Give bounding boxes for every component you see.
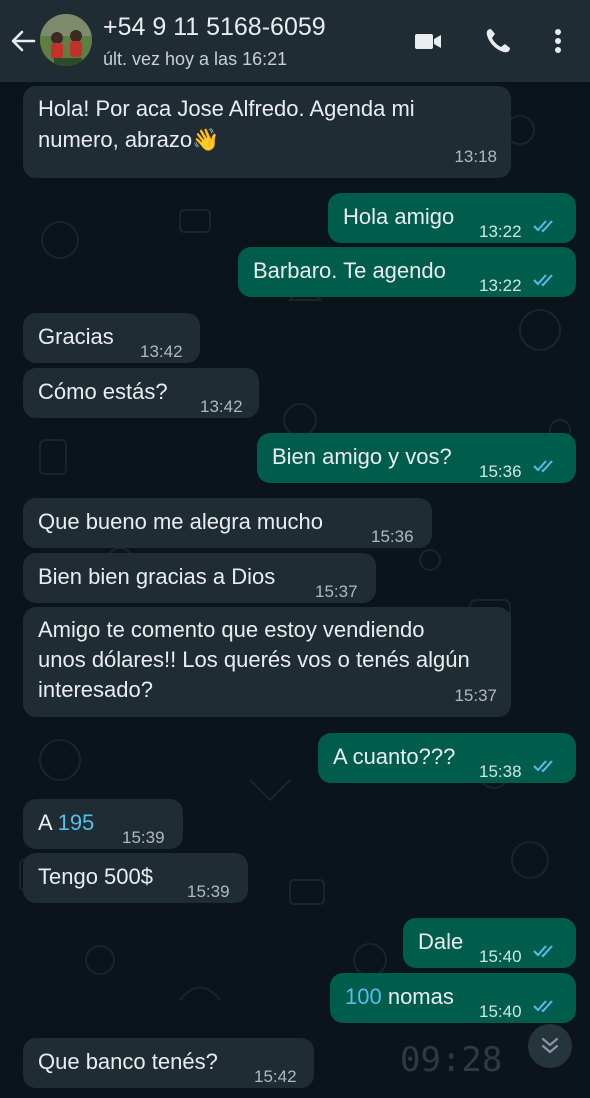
message-text: Hola amigo bbox=[343, 204, 455, 229]
read-ticks-icon bbox=[533, 460, 553, 473]
back-arrow-icon[interactable] bbox=[8, 26, 38, 56]
message-text: Que banco tenés? bbox=[38, 1049, 218, 1074]
wallpaper-clock-doodle: 09:28 bbox=[400, 1040, 503, 1080]
read-ticks-icon bbox=[533, 220, 553, 233]
message-text: Amigo te comento que estoy vendiendo uno… bbox=[38, 617, 470, 702]
message-time: 15:40 bbox=[479, 1002, 522, 1021]
chevrons-down-icon bbox=[541, 1037, 559, 1054]
video-call-icon[interactable] bbox=[413, 26, 443, 56]
message-time: 15:39 bbox=[122, 828, 165, 847]
read-ticks-icon bbox=[533, 274, 553, 287]
message-time: 15:37 bbox=[454, 686, 497, 705]
read-ticks-icon bbox=[533, 945, 553, 958]
message-incoming[interactable]: Que banco tenés? 15:42 bbox=[23, 1038, 314, 1088]
chat-header: +54 9 11 5168-6059 últ. vez hoy a las 16… bbox=[0, 0, 590, 82]
message-incoming[interactable]: Cómo estás? 13:42 bbox=[23, 368, 259, 418]
message-outgoing[interactable]: Bien amigo y vos? 15:36 bbox=[257, 433, 576, 483]
message-text: Gracias bbox=[38, 324, 114, 349]
avatar-image bbox=[40, 14, 92, 66]
message-time: 13:22 bbox=[479, 276, 522, 295]
message-time: 15:42 bbox=[254, 1067, 297, 1086]
last-seen-status: últ. vez hoy a las 16:21 bbox=[103, 49, 288, 69]
message-text: Bien amigo y vos? bbox=[272, 444, 452, 469]
contact-name[interactable]: +54 9 11 5168-6059 bbox=[103, 13, 326, 42]
message-time: 15:37 bbox=[315, 582, 358, 601]
message-text: Hola! Por aca Jose Alfredo. Agenda mi nu… bbox=[38, 96, 415, 152]
message-text: 100 nomas bbox=[345, 981, 454, 1012]
message-outgoing[interactable]: Dale 15:40 bbox=[403, 918, 576, 968]
message-incoming[interactable]: Bien bien gracias a Dios 15:37 bbox=[23, 553, 376, 603]
message-text: Dale bbox=[418, 929, 464, 954]
message-time: 13:22 bbox=[479, 222, 522, 241]
message-text-prefix: A bbox=[38, 810, 58, 835]
phone-icon[interactable] bbox=[483, 26, 513, 56]
message-time: 15:39 bbox=[187, 882, 230, 901]
read-ticks-icon bbox=[533, 1000, 553, 1013]
message-time: 15:36 bbox=[479, 462, 522, 481]
message-text: Que bueno me alegra mucho bbox=[38, 509, 323, 534]
message-time: 13:42 bbox=[200, 397, 243, 416]
more-options-icon[interactable] bbox=[545, 26, 575, 56]
message-outgoing[interactable]: A cuanto??? 15:38 bbox=[318, 733, 576, 783]
message-incoming[interactable]: Hola! Por aca Jose Alfredo. Agenda mi nu… bbox=[23, 86, 511, 178]
message-text: Bien bien gracias a Dios bbox=[38, 564, 276, 589]
message-text: A cuanto??? bbox=[333, 744, 456, 769]
message-outgoing[interactable]: Barbaro. Te agendo 13:22 bbox=[238, 247, 576, 297]
message-text: A 195 bbox=[38, 807, 94, 838]
message-time: 15:36 bbox=[371, 527, 414, 546]
message-time: 15:38 bbox=[479, 762, 522, 781]
message-outgoing[interactable]: 100 nomas 15:40 bbox=[330, 973, 576, 1023]
message-incoming[interactable]: Tengo 500$ 15:39 bbox=[23, 853, 248, 903]
read-ticks-icon bbox=[533, 760, 553, 773]
message-text: Barbaro. Te agendo bbox=[253, 258, 446, 283]
message-incoming[interactable]: Amigo te comento que estoy vendiendo uno… bbox=[23, 607, 511, 717]
avatar[interactable] bbox=[40, 14, 92, 66]
message-incoming[interactable]: Que bueno me alegra mucho 15:36 bbox=[23, 498, 432, 548]
message-incoming[interactable]: A 195 15:39 bbox=[23, 799, 183, 849]
message-time: 13:42 bbox=[140, 342, 183, 361]
phone-number-link[interactable]: 100 bbox=[345, 984, 382, 1009]
message-incoming[interactable]: Gracias 13:42 bbox=[23, 313, 200, 363]
message-outgoing[interactable]: Hola amigo 13:22 bbox=[328, 193, 576, 243]
phone-number-link[interactable]: 195 bbox=[58, 810, 95, 835]
scroll-to-bottom-button[interactable] bbox=[528, 1024, 572, 1068]
message-time: 13:18 bbox=[454, 147, 497, 166]
message-text: Tengo 500$ bbox=[38, 864, 153, 889]
message-time: 15:40 bbox=[479, 947, 522, 966]
message-text-suffix: nomas bbox=[381, 984, 454, 1009]
message-text: Cómo estás? bbox=[38, 379, 168, 404]
